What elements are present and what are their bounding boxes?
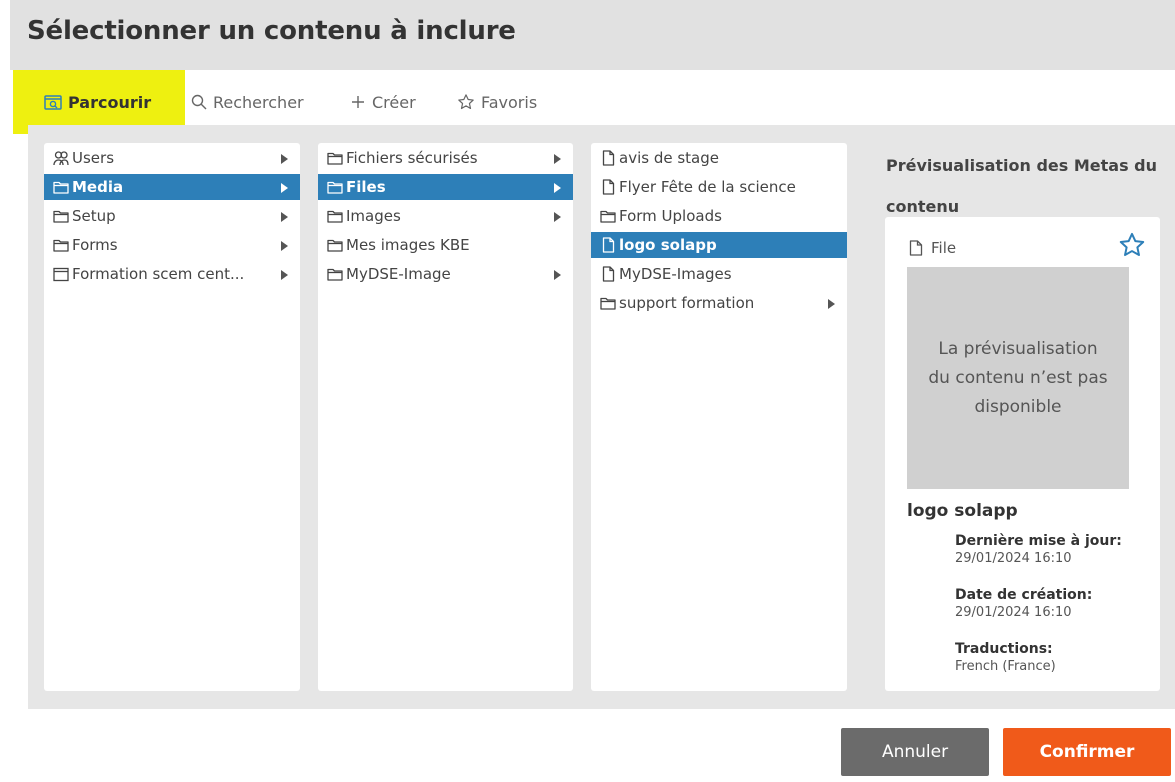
folder-icon bbox=[326, 266, 344, 282]
tree-item-label: Form Uploads bbox=[619, 207, 722, 225]
tree-item-label: Mes images KBE bbox=[346, 236, 470, 254]
cancel-button[interactable]: Annuler bbox=[841, 728, 989, 776]
meta-created-label: Date de création: bbox=[955, 587, 1093, 603]
tree-item-label: MyDSE-Images bbox=[619, 265, 732, 283]
file-icon bbox=[599, 150, 617, 166]
tree-item-label: Flyer Fête de la science bbox=[619, 178, 796, 196]
tree-item[interactable]: Images bbox=[318, 203, 573, 229]
expand-arrow-icon[interactable] bbox=[281, 270, 288, 280]
tab-favorites-label: Favoris bbox=[481, 92, 538, 112]
dialog-header: Sélectionner un contenu à inclure bbox=[10, 0, 1175, 70]
folder-icon bbox=[52, 179, 70, 195]
expand-arrow-icon[interactable] bbox=[554, 212, 561, 222]
file-icon bbox=[599, 266, 617, 282]
plus-icon bbox=[352, 96, 364, 108]
favorite-toggle[interactable] bbox=[1118, 231, 1146, 263]
folder-icon bbox=[326, 208, 344, 224]
meta-translations-value: French (France) bbox=[955, 659, 1056, 674]
tree-item[interactable]: support formation bbox=[591, 290, 847, 316]
file-icon bbox=[599, 237, 617, 253]
preview-thumbnail: La prévisualisation du contenu n’est pas… bbox=[907, 267, 1129, 489]
tree-item-label: MyDSE-Image bbox=[346, 265, 451, 283]
expand-arrow-icon[interactable] bbox=[554, 154, 561, 164]
folder-icon bbox=[326, 237, 344, 253]
tree-item-label: support formation bbox=[619, 294, 755, 312]
star-icon bbox=[458, 94, 474, 110]
tree-item[interactable]: logo solapp bbox=[591, 232, 847, 258]
tree-item-label: Setup bbox=[72, 207, 116, 225]
tab-search-label: Rechercher bbox=[213, 92, 304, 112]
tree-item[interactable]: Files bbox=[318, 174, 573, 200]
folder-icon bbox=[326, 150, 344, 166]
expand-arrow-icon[interactable] bbox=[554, 183, 561, 193]
users-icon bbox=[52, 150, 70, 166]
meta-last-update-label: Dernière mise à jour: bbox=[955, 533, 1122, 549]
folder-icon bbox=[52, 237, 70, 253]
confirm-button[interactable]: Confirmer bbox=[1003, 728, 1171, 776]
meta-last-update-value: 29/01/2024 16:10 bbox=[955, 551, 1072, 566]
expand-arrow-icon[interactable] bbox=[554, 270, 561, 280]
folder-icon bbox=[52, 208, 70, 224]
tree-item-label: Forms bbox=[72, 236, 118, 254]
expand-arrow-icon[interactable] bbox=[281, 183, 288, 193]
tree-item[interactable]: Fichiers sécurisés bbox=[318, 145, 573, 171]
tree-item[interactable]: avis de stage bbox=[591, 145, 847, 171]
tree-item[interactable]: Setup bbox=[44, 203, 300, 229]
expand-arrow-icon[interactable] bbox=[281, 154, 288, 164]
tree-item-label: Formation scem cent... bbox=[72, 265, 245, 283]
tree-item[interactable]: Formation scem cent... bbox=[44, 261, 300, 287]
column-root: Users Media Setup Forms Formation scem cent.… bbox=[44, 143, 300, 691]
expand-arrow-icon[interactable] bbox=[281, 212, 288, 222]
meta-translations-label: Traductions: bbox=[955, 641, 1053, 657]
expand-arrow-icon[interactable] bbox=[281, 241, 288, 251]
file-icon bbox=[599, 179, 617, 195]
tree-item[interactable]: Media bbox=[44, 174, 300, 200]
tree-item[interactable]: Mes images KBE bbox=[318, 232, 573, 258]
star-icon bbox=[1119, 232, 1145, 257]
preview-card: File La prévisualisation du contenu n’es… bbox=[885, 217, 1160, 691]
tree-item[interactable]: MyDSE-Image bbox=[318, 261, 573, 287]
tree-item[interactable]: MyDSE-Images bbox=[591, 261, 847, 287]
column-media: Fichiers sécurisés Files Images Mes images … bbox=[318, 143, 573, 691]
expand-arrow-icon[interactable] bbox=[828, 299, 835, 309]
preview-type-label: File bbox=[931, 239, 957, 257]
tree-item[interactable]: Users bbox=[44, 145, 300, 171]
meta-created-value: 29/01/2024 16:10 bbox=[955, 605, 1072, 620]
tab-create-label: Créer bbox=[372, 92, 416, 112]
meta-last-update: Dernière mise à jour: 29/01/2024 16:10 bbox=[955, 533, 1122, 567]
tree-item-label: Users bbox=[72, 149, 115, 167]
folder-icon bbox=[326, 179, 344, 195]
preview-heading: Prévisualisation des Metas du contenu bbox=[886, 156, 1158, 216]
browser-panel: Users Media Setup Forms Formation scem cent.… bbox=[28, 125, 1175, 709]
search-icon bbox=[191, 94, 207, 110]
meta-translations: Traductions: French (France) bbox=[955, 641, 1056, 675]
tab-browse-label: Parcourir bbox=[68, 92, 152, 112]
window-icon bbox=[52, 266, 70, 282]
tree-item-label: Files bbox=[346, 178, 386, 196]
column-files: avis de stage Flyer Fête de la science For… bbox=[591, 143, 847, 691]
dialog-title: Sélectionner un contenu à inclure bbox=[27, 16, 516, 46]
tree-item[interactable]: Forms bbox=[44, 232, 300, 258]
tree-item-label: Fichiers sécurisés bbox=[346, 149, 478, 167]
tab-bar: Parcourir Rechercher Créer Favoris bbox=[10, 70, 1175, 134]
preview-unavailable-text: La prévisualisation du contenu n’est pas… bbox=[928, 338, 1108, 417]
folder-icon bbox=[599, 208, 617, 224]
tree-item[interactable]: Form Uploads bbox=[591, 203, 847, 229]
tree-item-label: avis de stage bbox=[619, 149, 719, 167]
preview-type: File bbox=[909, 239, 956, 257]
tree-item[interactable]: Flyer Fête de la science bbox=[591, 174, 847, 200]
tree-item-label: Images bbox=[346, 207, 401, 225]
file-icon bbox=[909, 240, 923, 256]
meta-created: Date de création: 29/01/2024 16:10 bbox=[955, 587, 1092, 621]
folder-icon bbox=[599, 295, 617, 311]
tree-item-label: logo solapp bbox=[619, 236, 717, 254]
browse-icon bbox=[44, 95, 62, 110]
tree-item-label: Media bbox=[72, 178, 124, 196]
preview-file-name: logo solapp bbox=[907, 501, 1018, 521]
